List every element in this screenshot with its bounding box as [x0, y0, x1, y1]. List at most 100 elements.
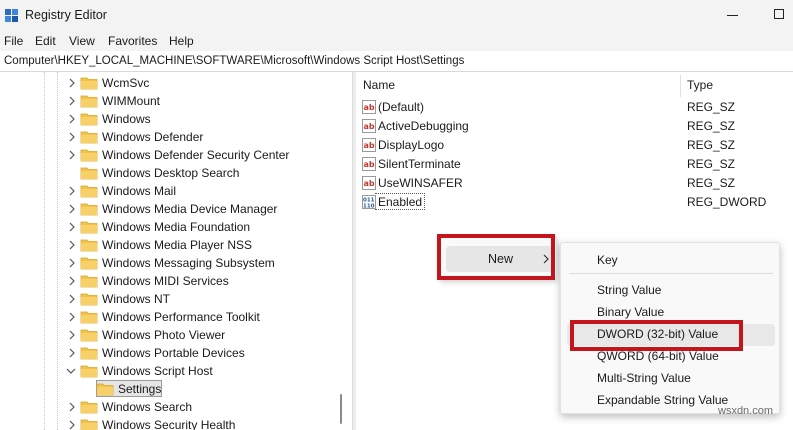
tree-item[interactable]: Windows Defender Security Center: [0, 146, 352, 164]
chevron-right-icon[interactable]: [67, 185, 77, 197]
string-value-icon: ab: [362, 100, 376, 114]
chevron-right-icon[interactable]: [67, 203, 77, 215]
submenu-item-string-value[interactable]: String Value: [597, 283, 661, 297]
tree-item[interactable]: Windows Security Health: [0, 416, 352, 430]
value-row[interactable]: ab UseWINSAFER REG_SZ: [356, 174, 793, 193]
tree-item[interactable]: Windows Search: [0, 398, 352, 416]
chevron-right-icon[interactable]: [67, 329, 77, 341]
folder-icon: [80, 220, 98, 234]
tree-item-label: Windows Mail: [102, 184, 177, 198]
tree-item-label: Windows Search: [102, 400, 193, 414]
column-divider[interactable]: [680, 75, 681, 97]
tree-item-label: Windows Security Health: [102, 418, 236, 430]
menu-file[interactable]: File: [4, 34, 23, 48]
chevron-right-icon[interactable]: [67, 311, 77, 323]
value-name: (Default): [378, 100, 425, 114]
chevron-right-icon[interactable]: [67, 77, 77, 89]
tree-item[interactable]: Windows Media Player NSS: [0, 236, 352, 254]
tree-item-label: Windows NT: [102, 292, 171, 306]
watermark: wsxdn.com: [718, 405, 774, 417]
tree-item-label: Windows Media Foundation: [102, 220, 251, 234]
value-type: REG_SZ: [687, 100, 736, 114]
tree-item-label: Windows Defender: [102, 130, 204, 144]
folder-icon: [80, 94, 98, 108]
chevron-right-icon[interactable]: [67, 95, 77, 107]
chevron-right-icon[interactable]: [67, 149, 77, 161]
string-value-icon: ab: [362, 157, 376, 171]
tree-item[interactable]: WcmSvc: [0, 74, 352, 92]
tree-item[interactable]: Windows Photo Viewer: [0, 326, 352, 344]
maximize-button[interactable]: [757, 0, 793, 31]
tree-item-label: Windows Photo Viewer: [102, 328, 226, 342]
folder-icon: [80, 292, 98, 306]
highlight-box-new: [437, 234, 555, 280]
tree-item[interactable]: Windows Performance Toolkit: [0, 308, 352, 326]
chevron-right-icon[interactable]: [67, 221, 77, 233]
menu-help[interactable]: Help: [169, 34, 194, 48]
tree-item-label: Windows Defender Security Center: [102, 148, 290, 162]
folder-icon: [80, 400, 98, 414]
value-row[interactable]: ab ActiveDebugging REG_SZ: [356, 117, 793, 136]
tree-item[interactable]: Windows Desktop Search: [0, 164, 352, 182]
chevron-right-icon[interactable]: [67, 401, 77, 413]
string-value-icon: ab: [362, 176, 376, 190]
tree-item[interactable]: Windows Script Host: [0, 362, 352, 380]
tree-item[interactable]: Windows Mail: [0, 182, 352, 200]
value-name: UseWINSAFER: [378, 176, 463, 190]
tree-item[interactable]: Windows Media Device Manager: [0, 200, 352, 218]
key-tree-pane[interactable]: WcmSvc WIMMount Windows Windows Defender Win…: [0, 72, 352, 430]
chevron-right-icon[interactable]: [67, 131, 77, 143]
chevron-right-icon[interactable]: [67, 275, 77, 287]
value-row[interactable]: ab (Default) REG_SZ: [356, 98, 793, 117]
svg-text:ab: ab: [364, 122, 375, 131]
column-header-name[interactable]: Name: [363, 78, 395, 92]
tree-item-label: Windows MIDI Services: [102, 274, 229, 288]
string-value-icon: ab: [362, 138, 376, 152]
submenu-item-key[interactable]: Key: [597, 253, 618, 267]
value-type: REG_SZ: [687, 157, 736, 171]
submenu-item-qword-value[interactable]: QWORD (64-bit) Value: [597, 349, 719, 363]
tree-item-label: Windows Desktop Search: [102, 166, 240, 180]
chevron-right-icon[interactable]: [67, 113, 77, 125]
folder-icon: [80, 130, 98, 144]
menu-view[interactable]: View: [69, 34, 95, 48]
chevron-right-icon[interactable]: [67, 239, 77, 251]
tree-item[interactable]: Windows MIDI Services: [0, 272, 352, 290]
value-row[interactable]: 011 110 Enabled REG_DWORD: [356, 193, 793, 212]
tree-scrollbar-thumb[interactable]: [340, 394, 342, 424]
value-row[interactable]: ab SilentTerminate REG_SZ: [356, 155, 793, 174]
tree-item[interactable]: Windows NT: [0, 290, 352, 308]
tree-item[interactable]: Windows Messaging Subsystem: [0, 254, 352, 272]
folder-icon: [80, 274, 98, 288]
svg-text:ab: ab: [364, 141, 375, 150]
column-header-type[interactable]: Type: [687, 78, 713, 92]
address-path[interactable]: Computer\HKEY_LOCAL_MACHINE\SOFTWARE\Mic…: [4, 55, 464, 67]
chevron-down-icon[interactable]: [66, 365, 76, 377]
tree-item-label: Windows Media Player NSS: [102, 238, 253, 252]
address-bar[interactable]: Computer\HKEY_LOCAL_MACHINE\SOFTWARE\Mic…: [0, 51, 793, 72]
chevron-right-icon[interactable]: [67, 293, 77, 305]
folder-icon: [80, 184, 98, 198]
tree-item[interactable]: Windows Media Foundation: [0, 218, 352, 236]
tree-item[interactable]: WIMMount: [0, 92, 352, 110]
menu-edit[interactable]: Edit: [35, 34, 56, 48]
value-name: DisplayLogo: [378, 138, 445, 152]
submenu-item-multi-string-value[interactable]: Multi-String Value: [597, 371, 691, 385]
chevron-right-icon[interactable]: [67, 257, 77, 269]
submenu-item-expandable-string-value[interactable]: Expandable String Value: [597, 393, 728, 407]
tree-item-label: Windows Script Host: [102, 364, 213, 378]
minimize-button[interactable]: [713, 0, 753, 31]
folder-icon: [96, 382, 114, 396]
tree-item[interactable]: Windows Defender: [0, 128, 352, 146]
menu-favorites[interactable]: Favorites: [108, 34, 157, 48]
tree-item[interactable]: Windows Portable Devices: [0, 344, 352, 362]
value-row[interactable]: ab DisplayLogo REG_SZ: [356, 136, 793, 155]
submenu-item-binary-value[interactable]: Binary Value: [597, 305, 664, 319]
title-bar: Registry Editor: [0, 0, 793, 31]
chevron-right-icon[interactable]: [67, 419, 77, 430]
folder-icon: [80, 346, 98, 360]
tree-item[interactable]: Settings: [0, 380, 352, 398]
chevron-right-icon[interactable]: [67, 347, 77, 359]
tree-item[interactable]: Windows: [0, 110, 352, 128]
svg-text:ab: ab: [364, 179, 375, 188]
